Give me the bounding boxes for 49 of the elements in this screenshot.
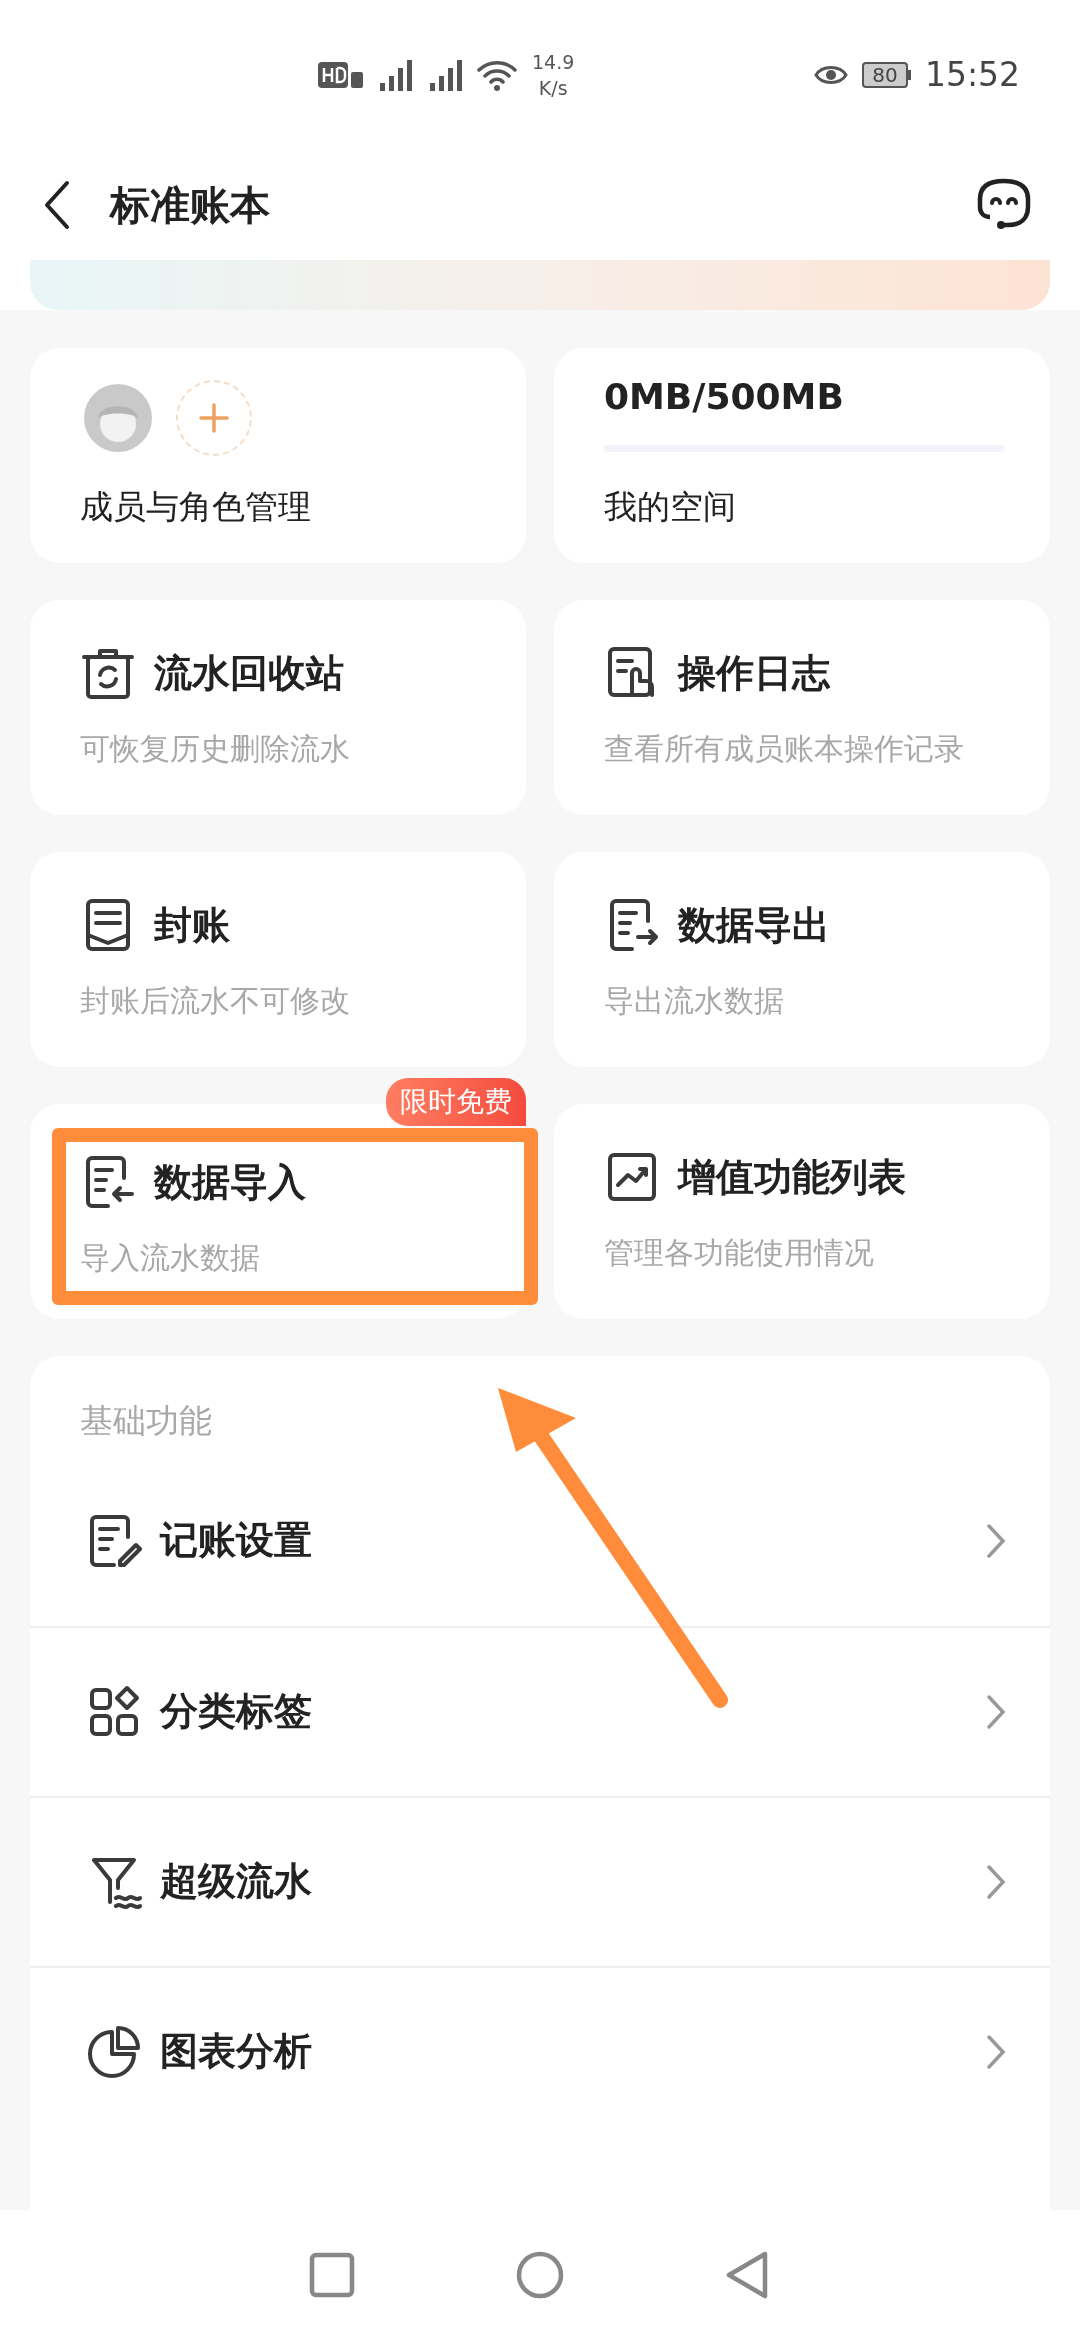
card-subtitle: 封账后流水不可修改 xyxy=(80,981,351,1020)
card-title: 增值功能列表 xyxy=(678,1153,906,1201)
card-subtitle: 导出流水数据 xyxy=(604,981,785,1020)
feature-card[interactable]: 封账 封账后流水不可修改 xyxy=(30,852,526,1067)
members-card[interactable]: 成员与角色管理 xyxy=(30,348,526,563)
card-title: 操作日志 xyxy=(678,649,830,697)
settings-row[interactable]: 记账设置 xyxy=(30,1455,1050,1626)
feature-card[interactable]: 流水回收站 可恢复历史删除流水 xyxy=(30,600,526,815)
avatar xyxy=(84,383,152,452)
recent-apps-button[interactable] xyxy=(309,2252,355,2298)
page-title: 标准账本 xyxy=(110,181,270,230)
section-title: 基础功能 xyxy=(79,1400,213,1442)
feature-card[interactable]: 操作日志 查看所有成员账本操作记录 xyxy=(554,600,1050,815)
storage-usage: 0MB/500MB xyxy=(604,379,845,416)
network-speed-unit: K/s xyxy=(538,76,568,101)
card-title: 数据导入 xyxy=(154,1158,306,1206)
hd-icon xyxy=(318,60,366,90)
wifi-icon xyxy=(476,58,518,92)
row-label: 记账设置 xyxy=(160,1517,312,1564)
settings-row[interactable]: 超级流水 xyxy=(30,1795,1050,1966)
card-subtitle: 管理各功能使用情况 xyxy=(604,1233,875,1272)
chevron-icon xyxy=(986,2033,1006,2070)
card-title: 流水回收站 xyxy=(154,649,344,697)
settings-row[interactable]: 分类标签 xyxy=(30,1625,1050,1796)
promo-badge: 限时免费 xyxy=(386,1078,526,1126)
card-title: 封账 xyxy=(154,901,230,949)
pie-chart-icon xyxy=(86,2023,142,2080)
home-button[interactable] xyxy=(515,2250,565,2300)
card-title: 我的空间 xyxy=(604,486,737,529)
battery-level: 80 xyxy=(872,65,898,85)
row-label: 图表分析 xyxy=(160,2028,312,2075)
storage-card[interactable]: 0MB/500MB 我的空间 xyxy=(554,348,1050,563)
plus-icon xyxy=(199,402,229,433)
chevron-icon xyxy=(986,1693,1006,1730)
card-subtitle: 查看所有成员账本操作记录 xyxy=(604,729,965,768)
settings-row[interactable]: 图表分析 xyxy=(30,1965,1050,2136)
row-label: 超级流水 xyxy=(160,1858,312,1905)
card-subtitle: 导入流水数据 xyxy=(80,1238,261,1277)
clock: 15:52 xyxy=(924,54,1020,97)
network-speed: 14.9 xyxy=(532,50,575,75)
row-label: 分类标签 xyxy=(160,1688,312,1735)
feature-card[interactable]: 数据导出 导出流水数据 xyxy=(554,852,1050,1067)
card-title: 成员与角色管理 xyxy=(80,485,312,528)
eye-icon xyxy=(813,63,848,87)
feature-card[interactable]: 增值功能列表 管理各功能使用情况 xyxy=(554,1104,1050,1319)
chevron-icon xyxy=(986,1522,1006,1559)
chevron-icon xyxy=(986,1863,1006,1900)
card-title: 数据导出 xyxy=(678,901,830,949)
card-subtitle: 可恢复历史删除流水 xyxy=(80,729,351,768)
